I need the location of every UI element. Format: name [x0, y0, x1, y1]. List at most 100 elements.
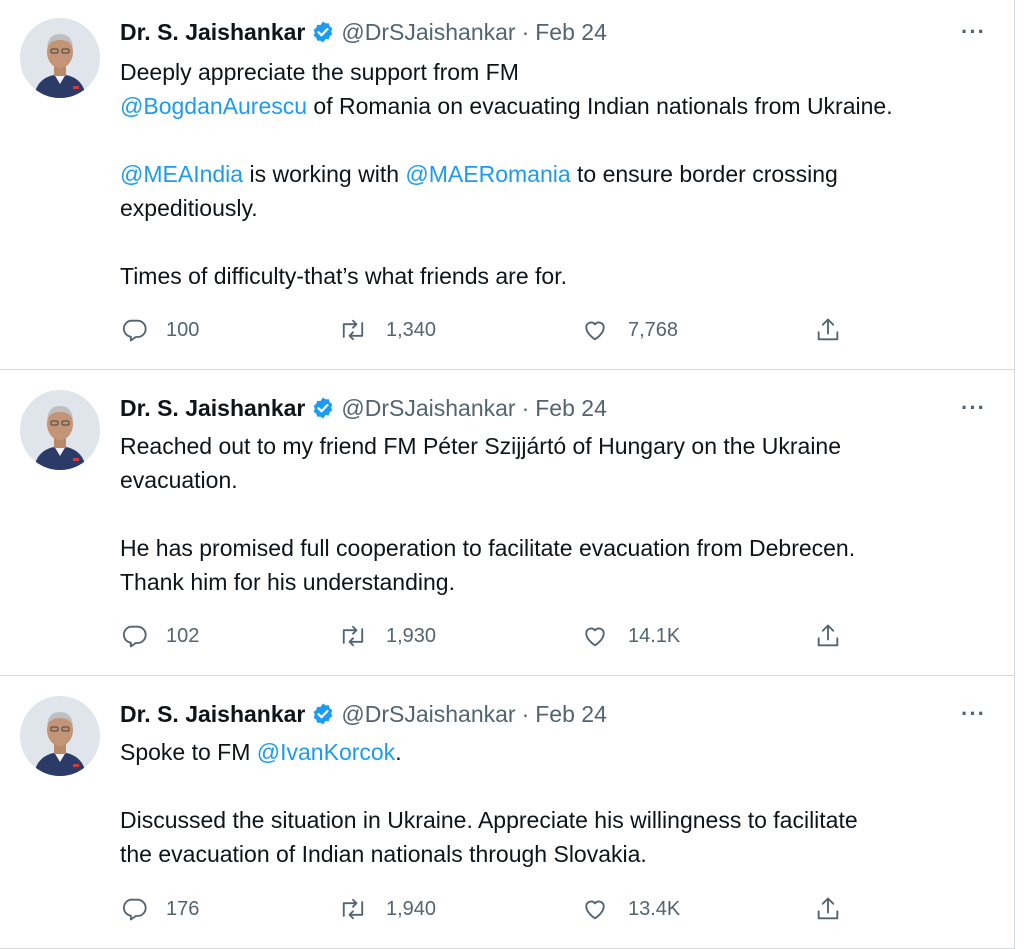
reply-icon — [122, 625, 147, 648]
tweet-feed: Dr. S. Jaishankar @DrSJaishankar · Feb 2… — [0, 0, 1015, 949]
author-name[interactable]: Dr. S. Jaishankar — [120, 395, 305, 422]
reply-icon — [122, 898, 147, 921]
tweet-text-line: @BogdanAurescu of Romania on evacuating … — [120, 89, 974, 123]
like-icon — [585, 321, 605, 341]
text-segment: . — [395, 739, 402, 765]
reply-count: 102 — [166, 624, 200, 647]
tweet[interactable]: Dr. S. Jaishankar @DrSJaishankar · Feb 2… — [0, 0, 1014, 370]
like-icon — [585, 900, 605, 920]
text-segment: Spoke to FM — [120, 739, 257, 765]
avatar[interactable] — [20, 390, 100, 470]
verified-badge-icon — [311, 702, 335, 726]
text-segment: expeditiously. — [120, 195, 258, 221]
tweet-text-line: Thank him for his understanding. — [120, 565, 974, 599]
author-handle[interactable]: @DrSJaishankar — [341, 395, 515, 422]
text-segment: Thank him for his understanding. — [120, 569, 455, 595]
mention-link[interactable]: @MAERomania — [405, 161, 570, 187]
author-name[interactable]: Dr. S. Jaishankar — [120, 701, 305, 728]
tweet-header: Dr. S. Jaishankar @DrSJaishankar · Feb 2… — [120, 17, 986, 47]
tweet-text: Spoke to FM @IvanKorcok. Discussed the si… — [120, 735, 974, 871]
tweet-header: Dr. S. Jaishankar @DrSJaishankar · Feb 2… — [120, 699, 986, 729]
avatar[interactable] — [20, 696, 100, 776]
like-count: 14.1K — [628, 624, 681, 647]
tweet[interactable]: Dr. S. Jaishankar @DrSJaishankar · Feb 2… — [0, 370, 1014, 676]
text-segment: evacuation. — [120, 467, 238, 493]
retweet-count: 1,340 — [386, 318, 437, 341]
share-button[interactable] — [814, 892, 842, 926]
tweet-date[interactable]: Feb 24 — [535, 19, 607, 46]
text-segment: Reached out to my friend FM Péter Szijjá… — [120, 433, 842, 459]
tweet-date[interactable]: Feb 24 — [535, 701, 607, 728]
text-segment: of Romania on evacuating Indian national… — [307, 93, 893, 119]
share-button[interactable] — [814, 619, 842, 653]
like-button[interactable]: 7,768 — [580, 313, 678, 347]
verified-badge-icon — [311, 20, 335, 44]
retweet-icon — [342, 625, 364, 647]
reply-count: 100 — [166, 318, 200, 341]
text-segment: Times of difficulty-that’s what friends … — [120, 263, 567, 289]
text-segment: is working with — [243, 161, 406, 187]
reply-button[interactable]: 100 — [120, 313, 199, 347]
mention-link[interactable]: @IvanKorcok — [257, 739, 395, 765]
text-segment: Discussed the situation in Ukraine. Appr… — [120, 807, 858, 833]
like-button[interactable]: 13.4K — [580, 892, 680, 926]
tweet-actions: 176 1,940 13.4K — [120, 892, 860, 926]
share-button[interactable] — [814, 313, 842, 347]
share-icon — [817, 624, 839, 647]
like-icon — [585, 627, 605, 647]
tweet-text-line: Spoke to FM @IvanKorcok. — [120, 735, 974, 769]
tweet-text-line: Discussed the situation in Ukraine. Appr… — [120, 803, 974, 837]
tweet-header: Dr. S. Jaishankar @DrSJaishankar · Feb 2… — [120, 393, 986, 423]
separator-dot: · — [521, 700, 530, 727]
tweet-text-line: the evacuation of Indian nationals throu… — [120, 837, 974, 871]
like-button[interactable]: 14.1K — [580, 619, 680, 653]
retweet-icon — [342, 898, 364, 920]
text-segment: the evacuation of Indian nationals throu… — [120, 841, 647, 867]
separator-dot: · — [521, 18, 530, 45]
retweet-count: 1,930 — [386, 624, 437, 647]
more-options-icon[interactable]: ··· — [961, 699, 986, 729]
retweet-icon — [342, 319, 364, 341]
verified-badge-icon — [311, 396, 335, 420]
author-name[interactable]: Dr. S. Jaishankar — [120, 19, 305, 46]
share-icon — [817, 897, 839, 920]
mention-link[interactable]: @BogdanAurescu — [120, 93, 307, 119]
author-handle[interactable]: @DrSJaishankar — [341, 19, 515, 46]
retweet-count: 1,940 — [386, 897, 437, 920]
mention-link[interactable]: @MEAIndia — [120, 161, 243, 187]
tweet-actions: 102 1,930 14.1K — [120, 619, 860, 653]
avatar-photo — [20, 696, 100, 776]
tweet-date[interactable]: Feb 24 — [535, 395, 607, 422]
tweet-text-line: expeditiously. — [120, 191, 974, 225]
share-icon — [817, 318, 839, 341]
author-handle[interactable]: @DrSJaishankar — [341, 701, 515, 728]
avatar-photo — [20, 18, 100, 98]
tweet-text: Reached out to my friend FM Péter Szijjá… — [120, 429, 974, 599]
more-options-icon[interactable]: ··· — [961, 17, 986, 47]
avatar[interactable] — [20, 18, 100, 98]
retweet-button[interactable]: 1,940 — [338, 892, 436, 926]
tweet-text: Deeply appreciate the support from FM @Bo… — [120, 55, 974, 293]
reply-icon — [122, 319, 147, 342]
text-segment: He has promised full cooperation to faci… — [120, 535, 856, 561]
retweet-button[interactable]: 1,340 — [338, 313, 436, 347]
more-options-icon[interactable]: ··· — [961, 393, 986, 423]
text-segment: Deeply appreciate the support from FM — [120, 59, 519, 85]
reply-button[interactable]: 176 — [120, 892, 199, 926]
reply-count: 176 — [166, 897, 200, 920]
retweet-button[interactable]: 1,930 — [338, 619, 436, 653]
like-count: 13.4K — [628, 897, 681, 920]
tweet-text-line: evacuation. — [120, 463, 974, 497]
reply-button[interactable]: 102 — [120, 619, 199, 653]
separator-dot: · — [521, 394, 530, 421]
tweet-text-line: Times of difficulty-that’s what friends … — [120, 259, 974, 293]
tweet-text-line: Deeply appreciate the support from FM — [120, 55, 974, 89]
text-segment: to ensure border crossing — [570, 161, 838, 187]
tweet-text-line: Reached out to my friend FM Péter Szijjá… — [120, 429, 974, 463]
avatar-photo — [20, 390, 100, 470]
tweet[interactable]: Dr. S. Jaishankar @DrSJaishankar · Feb 2… — [0, 676, 1014, 949]
